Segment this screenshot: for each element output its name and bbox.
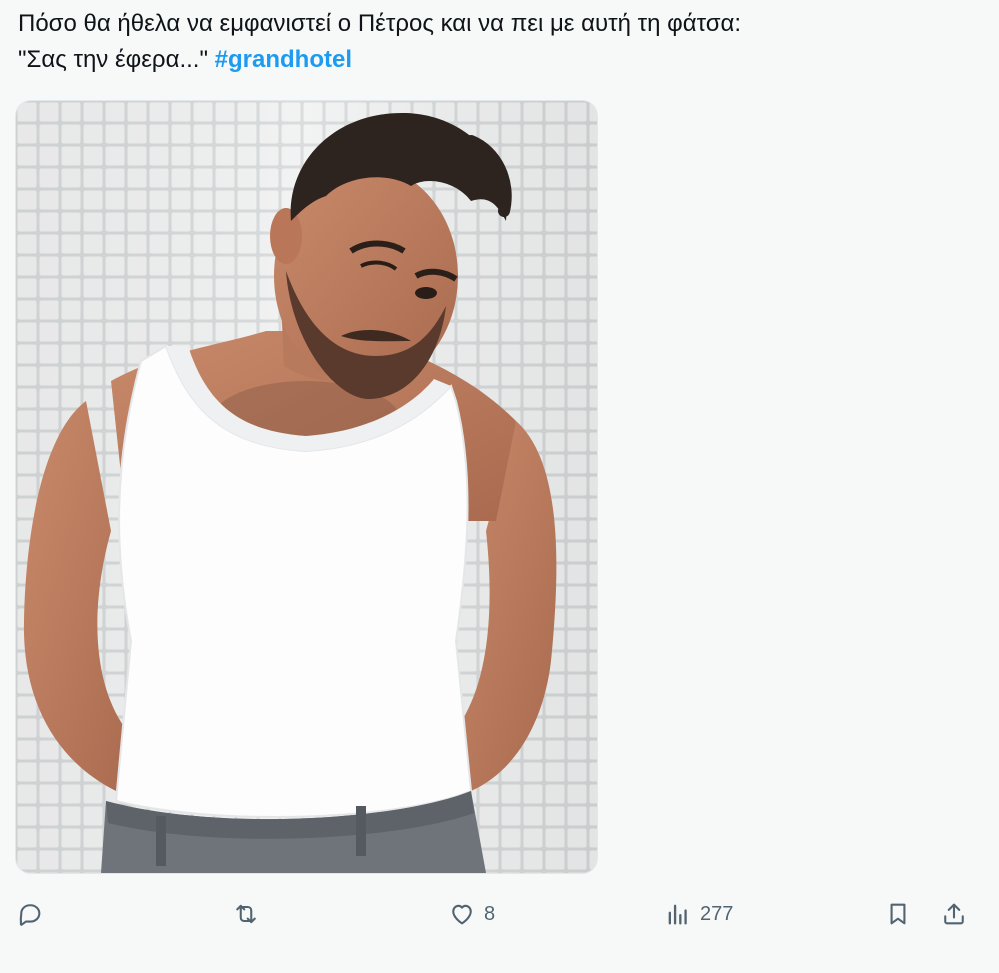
bookmark-button[interactable] [884,892,912,936]
heart-icon [452,904,472,925]
reply-icon [19,904,41,926]
reply-button[interactable] [16,892,44,936]
quoted-phrase: "Σας την έφερα..." [18,46,208,73]
views-chart-icon [668,904,687,925]
photo-illustration [16,101,597,873]
tweet-actions-bar: 8 277 [0,892,999,940]
bookmark-icon [890,903,906,925]
tweet-media-photo[interactable] [15,100,598,874]
tweet-text: Πόσο θα ήθελα να εμφανιστεί ο Πέτρος και… [18,6,978,78]
tweet: Πόσο θα ήθελα να εμφανιστεί ο Πέτρος και… [0,0,999,973]
views-count: 277 [700,902,734,925]
tweet-text-line-2: "Σας την έφερα..." #grandhotel [18,42,978,78]
tweet-text-line-1: Πόσο θα ήθελα να εμφανιστεί ο Πέτρος και… [18,10,742,37]
share-icon [944,903,964,925]
share-button[interactable] [940,892,968,936]
hashtag-link[interactable]: #grandhotel [215,46,352,73]
retweet-button[interactable] [232,892,260,936]
like-count: 8 [484,902,496,925]
views-button[interactable]: 277 [664,892,733,936]
like-button[interactable]: 8 [448,892,495,936]
retweet-icon [236,904,256,924]
